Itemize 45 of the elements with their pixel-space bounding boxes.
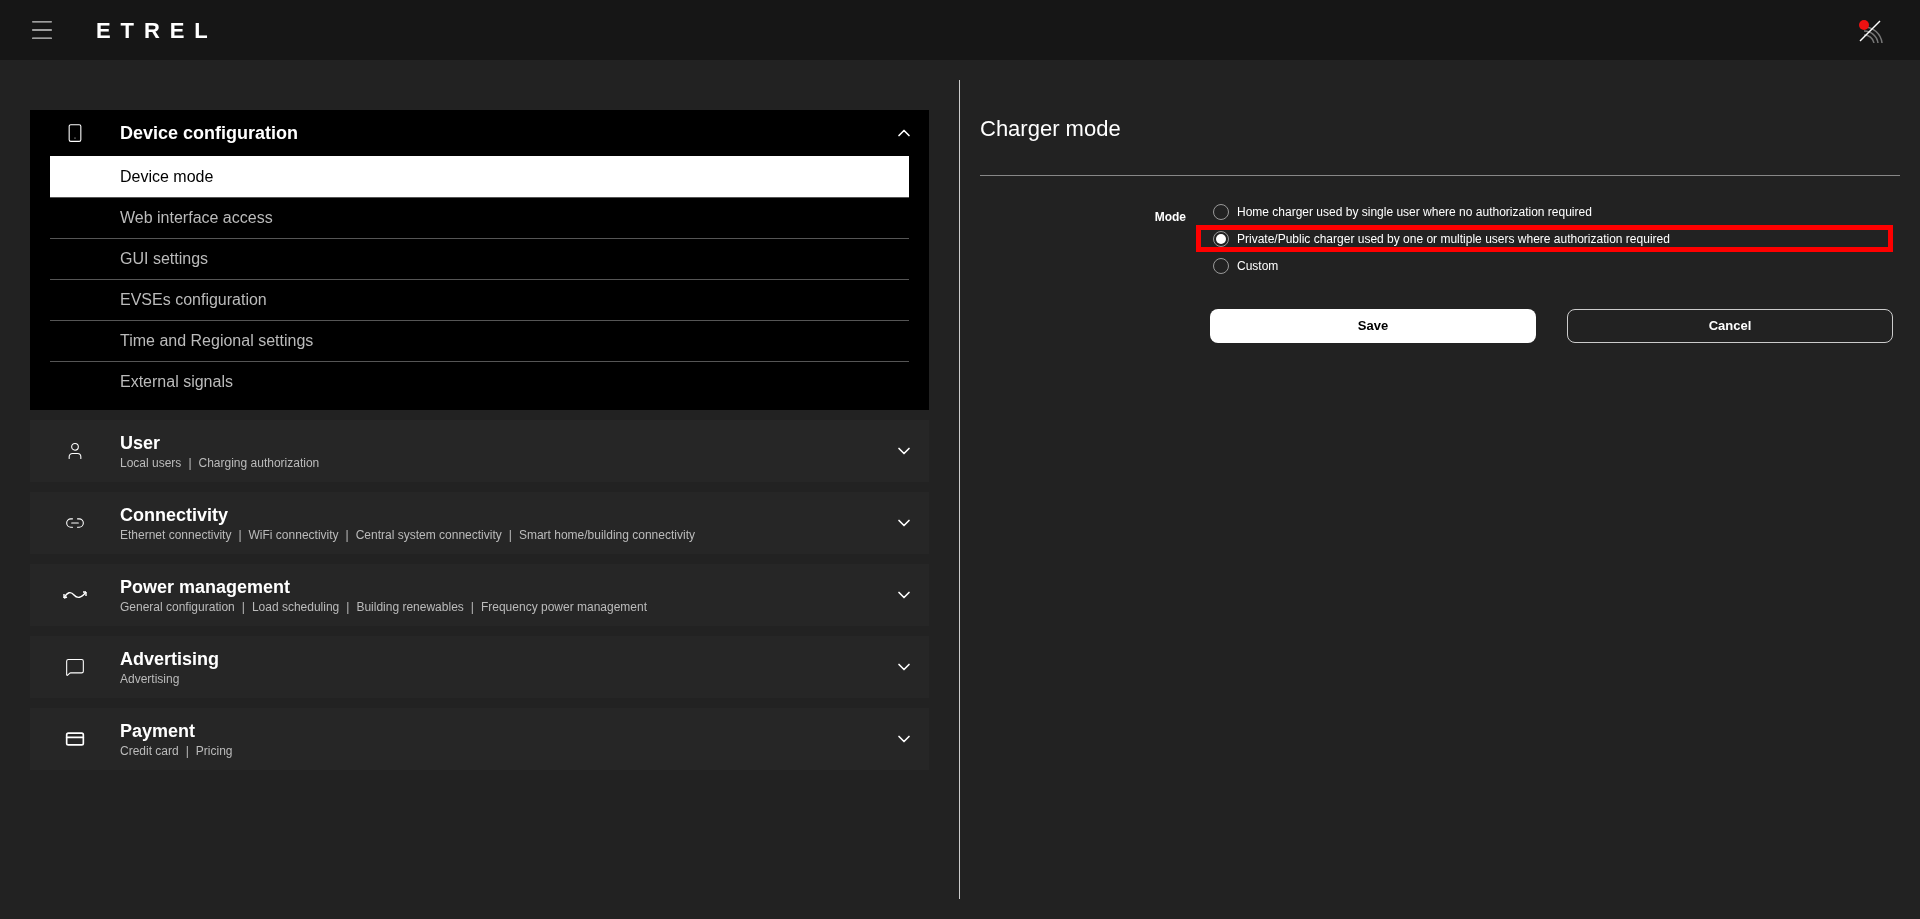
radio-option[interactable]: Home charger used by single user where no authorization required bbox=[1196, 198, 1893, 225]
section-link[interactable]: Ethernet connectivity bbox=[120, 527, 232, 543]
speech-bubble-icon bbox=[65, 657, 85, 677]
section-title[interactable]: Power management bbox=[120, 575, 879, 599]
section-link[interactable]: Advertising bbox=[120, 671, 180, 687]
section-link[interactable]: WiFi connectivity bbox=[248, 527, 339, 543]
menu-item[interactable]: EVSEs configuration bbox=[50, 279, 909, 320]
no-connection-icon bbox=[1858, 17, 1884, 43]
section-link[interactable]: Local users bbox=[120, 455, 182, 471]
section-title[interactable]: Device configuration bbox=[120, 121, 879, 145]
section-link[interactable]: Central system connectivity bbox=[355, 527, 502, 543]
field-label: Mode bbox=[1153, 209, 1187, 226]
menu-item[interactable]: Web interface access bbox=[50, 197, 909, 238]
separator: | bbox=[346, 599, 350, 615]
separator: | bbox=[470, 599, 474, 615]
separator: | bbox=[188, 455, 192, 471]
logo: ETREL bbox=[96, 16, 218, 45]
section-link[interactable]: Load scheduling bbox=[251, 599, 340, 615]
section-title[interactable]: Connectivity bbox=[120, 503, 879, 527]
separator: | bbox=[345, 527, 349, 543]
save-button[interactable]: Save bbox=[1210, 309, 1536, 343]
separator: | bbox=[185, 743, 189, 759]
separator: | bbox=[241, 599, 245, 615]
section-link[interactable]: Credit card bbox=[120, 743, 179, 759]
menu-item[interactable]: Time and Regional settings bbox=[50, 320, 909, 361]
section-link[interactable]: Smart home/building connectivity bbox=[518, 527, 695, 543]
card-icon bbox=[65, 729, 85, 749]
cancel-button[interactable]: Cancel bbox=[1567, 309, 1893, 343]
separator: | bbox=[238, 527, 242, 543]
page-title: Charger mode bbox=[980, 112, 1900, 176]
menu-item[interactable]: GUI settings bbox=[50, 238, 909, 279]
section-link[interactable]: General configuration bbox=[120, 599, 235, 615]
section-title[interactable]: User bbox=[120, 431, 879, 455]
radio-option[interactable]: Private/Public charger used by one or multiple users where authorization required bbox=[1196, 225, 1893, 252]
section-link[interactable]: Charging authorization bbox=[198, 455, 320, 471]
section-title[interactable]: Advertising bbox=[120, 647, 879, 671]
radio-option[interactable]: Custom bbox=[1196, 252, 1893, 279]
section-link[interactable]: Pricing bbox=[195, 743, 233, 759]
wave-arrows-icon bbox=[63, 588, 87, 602]
separator: | bbox=[508, 527, 512, 543]
section-link[interactable]: Building renewables bbox=[356, 599, 464, 615]
section-title[interactable]: Payment bbox=[120, 719, 879, 743]
section-link[interactable]: Frequency power management bbox=[480, 599, 648, 615]
menu-item[interactable]: External signals bbox=[50, 361, 909, 402]
menu-item[interactable]: Device mode bbox=[50, 156, 909, 197]
